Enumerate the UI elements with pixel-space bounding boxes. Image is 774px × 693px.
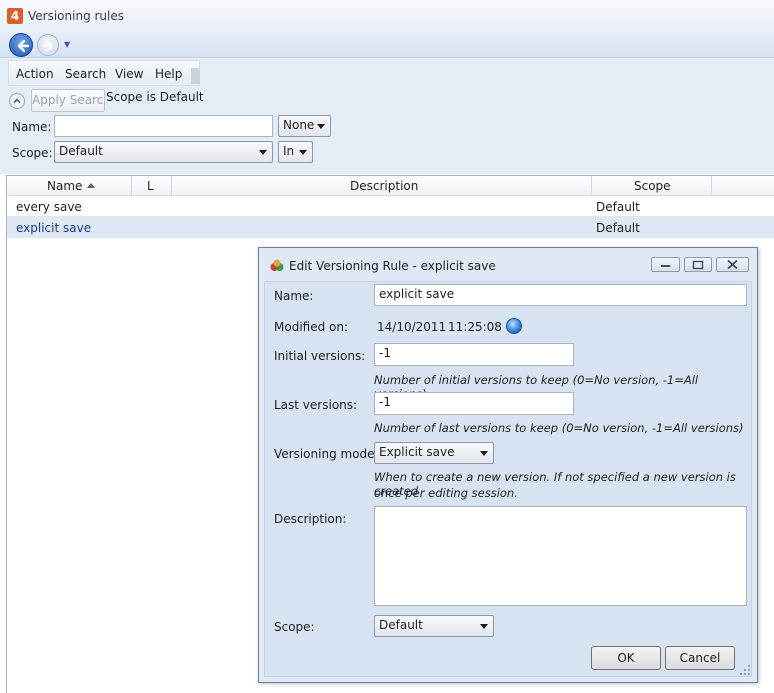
modified-time: 11:25:08 [448,320,502,334]
scope-info-text: Scope is Default [106,90,204,104]
edit-rule-dialog: Edit Versioning Rule - explicit save Nam… [258,247,758,683]
search-panel: Apply Search Scope is Default Name: None… [0,88,774,174]
search-scope-label: Scope: [12,146,53,160]
row-scope-cell: Default [596,200,640,214]
history-dropdown-icon[interactable]: ▼ [64,40,70,49]
rule-scope-label: Scope: [274,620,315,634]
app-window: 4 Versioning rules ▼ Action Search View … [0,0,774,693]
column-divider[interactable] [591,176,592,196]
collapse-search-button[interactable] [9,93,25,109]
row-name-cell: explicit save [16,221,92,235]
name-operator-select[interactable]: None [278,115,331,137]
column-header-name[interactable]: Name [47,179,96,193]
dialog-title: Edit Versioning Rule - explicit save [289,259,496,273]
versioning-mode-label: Versioning mode: [274,447,379,461]
app-logo-icon: 4 [7,8,23,24]
arrow-right-icon [42,40,53,52]
scope-operator-value: In [283,144,295,158]
toolbar-grip-icon[interactable] [191,68,200,84]
versioning-mode-value: Explicit save [379,445,455,459]
name-operator-value: None [283,118,315,132]
rule-name-label: Name: [274,289,314,303]
maximize-button[interactable] [684,257,712,272]
last-versions-label: Last versions: [274,398,358,412]
window-title: Versioning rules [28,9,125,23]
menu-view[interactable]: View [115,67,143,81]
menu-action[interactable]: Action [16,67,54,81]
column-header-scope[interactable]: Scope [634,179,671,193]
versioning-mode-hint-2: once per editing session. [374,486,518,500]
menu-bar: Action Search View Help [0,58,774,88]
last-versions-hint: Number of last versions to keep (0=No ve… [374,421,744,435]
close-icon [727,259,738,270]
chevron-down-icon [480,624,488,629]
menu-strip: Action Search View Help [8,60,200,86]
search-name-label: Name: [12,120,52,134]
table-row-selected[interactable]: explicit save Default [7,217,774,238]
chevron-down-icon [480,451,488,456]
chevron-up-icon [13,98,21,104]
chevron-down-icon [317,124,325,129]
close-button[interactable] [716,257,749,272]
maximize-icon [692,260,704,270]
minimize-button[interactable] [651,257,680,272]
menu-help[interactable]: Help [155,67,182,81]
initial-versions-input[interactable]: -1 [374,343,574,366]
last-versions-input[interactable]: -1 [374,392,574,415]
description-textarea[interactable] [374,506,747,606]
modified-date: 14/10/2011 [377,320,447,334]
table-row[interactable]: every save Default [7,196,774,217]
initial-versions-label: Initial versions: [274,349,366,363]
grid-header: Name L Description Scope [6,175,774,196]
search-scope-value: Default [59,144,103,158]
modified-label: Modified on: [274,320,349,334]
menu-search[interactable]: Search [65,67,106,81]
title-bar: 4 Versioning rules [0,0,774,32]
sort-ascending-icon [87,183,96,188]
minimize-icon [661,265,670,267]
chevron-down-icon [259,150,267,155]
rule-icon [270,259,284,271]
column-divider[interactable] [711,176,712,196]
column-divider[interactable] [171,176,172,196]
column-header-description[interactable]: Description [350,179,418,193]
dialog-title-bar[interactable]: Edit Versioning Rule - explicit save [259,248,757,282]
cancel-button[interactable]: Cancel [665,646,735,670]
search-scope-select[interactable]: Default [54,141,273,163]
arrow-left-icon [17,39,30,53]
description-label: Description: [274,512,347,526]
search-name-input[interactable] [54,115,273,137]
rule-name-input[interactable]: explicit save [374,284,747,306]
column-header-name-label: Name [47,179,83,193]
rule-scope-select[interactable]: Default [374,615,494,637]
navigation-bar: ▼ [0,32,774,58]
apply-search-button[interactable]: Apply Search [31,89,105,112]
back-button[interactable] [9,33,33,57]
ok-button[interactable]: OK [591,646,661,670]
resize-grip-icon[interactable] [739,664,751,676]
rule-scope-value: Default [379,618,423,632]
globe-icon[interactable] [506,318,522,334]
forward-button[interactable] [37,34,59,56]
versioning-mode-select[interactable]: Explicit save [374,442,494,464]
row-name-cell: every save [16,200,82,214]
dialog-content: Name: explicit save Modified on: 14/10/2… [264,281,752,677]
scope-operator-select[interactable]: In [278,141,313,163]
column-divider[interactable] [131,176,132,196]
chevron-down-icon [299,150,307,155]
row-scope-cell: Default [596,221,640,235]
column-header-l[interactable]: L [147,179,154,193]
